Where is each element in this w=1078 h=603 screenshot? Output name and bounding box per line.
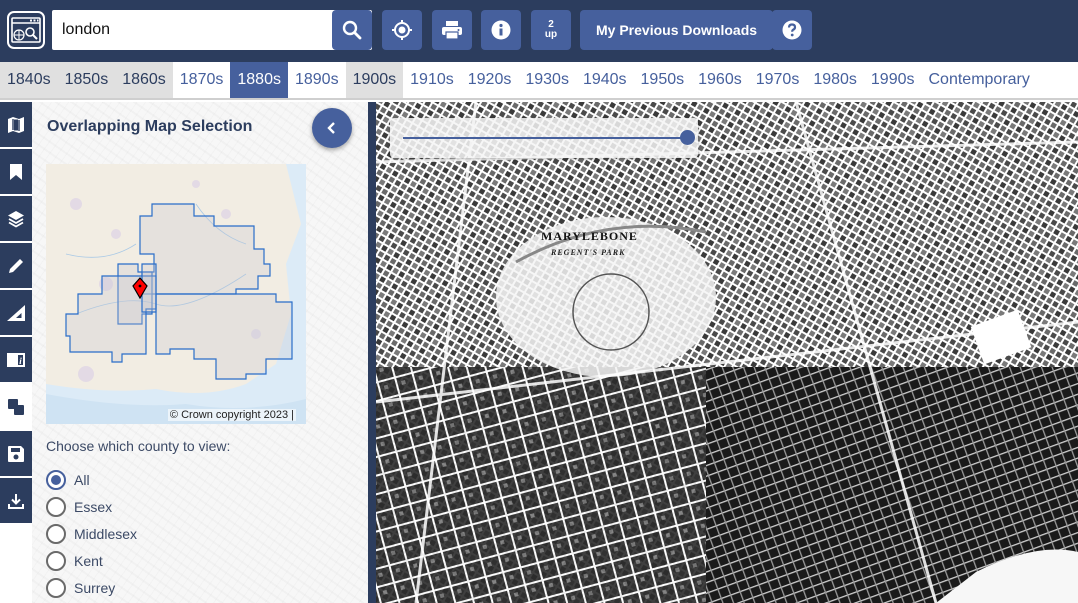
decade-tab-1980s[interactable]: 1980s [806, 62, 864, 98]
overlapping-map-panel: Overlapping Map Selection © Crown copyri… [32, 102, 368, 603]
county-choice-label: Choose which county to view: [46, 438, 231, 454]
county-label: Surrey [74, 579, 116, 596]
decade-tab-1870s[interactable]: 1870s [173, 62, 231, 98]
decade-tab-1960s[interactable]: 1960s [691, 62, 749, 98]
county-label: Essex [74, 498, 113, 515]
historic-map-tiles: MARYLEBONE REGENT'S PARK [376, 102, 1078, 603]
two-up-label: 2 up [545, 20, 557, 40]
map-label-regents-park: REGENT'S PARK [550, 248, 625, 257]
search-icon [342, 20, 362, 40]
radio-surrey[interactable] [46, 577, 66, 598]
crosshair-icon [392, 20, 412, 40]
county-option-all[interactable]: All [46, 466, 137, 493]
top-toolbar: 2 up My Previous Downloads [0, 0, 1078, 62]
sidebar-item-download[interactable] [0, 478, 32, 525]
map-search-logo-icon[interactable] [7, 11, 45, 49]
decade-selector: 1840s 1850s 1860s 1870s 1880s 1890s 1900… [0, 62, 1078, 100]
bookmark-icon [10, 163, 22, 180]
two-up-button[interactable]: 2 up [531, 10, 571, 50]
decade-tab-1850s[interactable]: 1850s [57, 62, 116, 98]
decade-tab-1840s[interactable]: 1840s [0, 62, 58, 98]
county-label: All [74, 471, 90, 488]
info-panel-icon: i [7, 352, 25, 367]
county-option-essex[interactable]: Essex [46, 493, 137, 520]
decade-tab-1920s[interactable]: 1920s [461, 62, 519, 98]
radio-essex[interactable] [46, 496, 66, 517]
side-navigation: i [0, 102, 32, 603]
question-icon [782, 20, 802, 40]
sidebar-item-legend[interactable]: i [0, 337, 32, 384]
printer-icon [442, 21, 462, 40]
download-icon [8, 493, 24, 509]
map-icon [8, 116, 24, 133]
floppy-disk-icon [8, 445, 24, 462]
print-button[interactable] [432, 10, 472, 50]
pencil-icon [9, 258, 23, 273]
previous-downloads-label: My Previous Downloads [596, 22, 758, 38]
county-option-kent[interactable]: Kent [46, 547, 137, 574]
radio-kent[interactable] [46, 550, 66, 571]
decade-tab-1990s[interactable]: 1990s [864, 62, 922, 98]
decade-tab-1930s[interactable]: 1930s [518, 62, 576, 98]
previous-downloads-button[interactable]: My Previous Downloads [580, 10, 774, 50]
decade-tab-1890s[interactable]: 1890s [288, 62, 346, 98]
panel-title: Overlapping Map Selection [47, 118, 253, 135]
info-button[interactable] [481, 10, 521, 50]
county-option-surrey[interactable]: Surrey [46, 574, 137, 601]
layers-icon [8, 210, 24, 228]
radio-all[interactable] [46, 469, 66, 490]
decade-tab-1860s[interactable]: 1860s [115, 62, 173, 98]
panel-divider[interactable] [368, 102, 376, 603]
overview-map[interactable]: © Crown copyright 2023 | [46, 164, 306, 424]
overview-map-graphic [46, 164, 306, 424]
sidebar-item-measure[interactable] [0, 290, 32, 337]
sidebar-item-overlapping-maps[interactable] [0, 384, 32, 431]
opacity-slider-container [390, 118, 698, 158]
sidebar-item-draw[interactable] [0, 243, 32, 290]
overlap-squares-icon [8, 398, 24, 415]
decade-tab-1910s[interactable]: 1910s [403, 62, 461, 98]
decade-tab-contemporary[interactable]: Contemporary [922, 62, 1037, 98]
sidebar-item-maps[interactable] [0, 102, 32, 149]
search-input[interactable] [52, 10, 332, 50]
sidebar-item-layers[interactable] [0, 196, 32, 243]
radio-middlesex[interactable] [46, 523, 66, 544]
chevron-left-icon [327, 122, 335, 134]
sidebar-item-bookmarks[interactable] [0, 149, 32, 196]
decade-tab-1940s[interactable]: 1940s [576, 62, 634, 98]
locate-button[interactable] [382, 10, 422, 50]
map-label-marylebone: MARYLEBONE [541, 229, 638, 243]
opacity-slider-track[interactable] [403, 137, 687, 139]
historic-map-view[interactable]: MARYLEBONE REGENT'S PARK [376, 102, 1078, 603]
map-copyright: © Crown copyright 2023 | [167, 409, 296, 421]
sidebar-item-save[interactable] [0, 431, 32, 478]
opacity-slider-thumb[interactable] [679, 130, 695, 145]
county-radio-group: All Essex Middlesex Kent Surrey [46, 466, 137, 601]
county-label: Kent [74, 552, 103, 569]
decade-tab-1970s[interactable]: 1970s [749, 62, 807, 98]
decade-tab-1900s[interactable]: 1900s [345, 62, 404, 98]
two-up-text: up [544, 29, 558, 40]
collapse-panel-button[interactable] [312, 108, 352, 148]
decade-tab-1950s[interactable]: 1950s [634, 62, 692, 98]
help-button[interactable] [772, 10, 812, 50]
decade-tab-1880s[interactable]: 1880s [230, 62, 288, 98]
set-square-icon [7, 304, 25, 321]
search-box [52, 10, 372, 50]
info-icon [491, 20, 511, 40]
county-option-middlesex[interactable]: Middlesex [46, 520, 137, 547]
county-label: Middlesex [74, 525, 138, 542]
search-button[interactable] [332, 10, 372, 50]
